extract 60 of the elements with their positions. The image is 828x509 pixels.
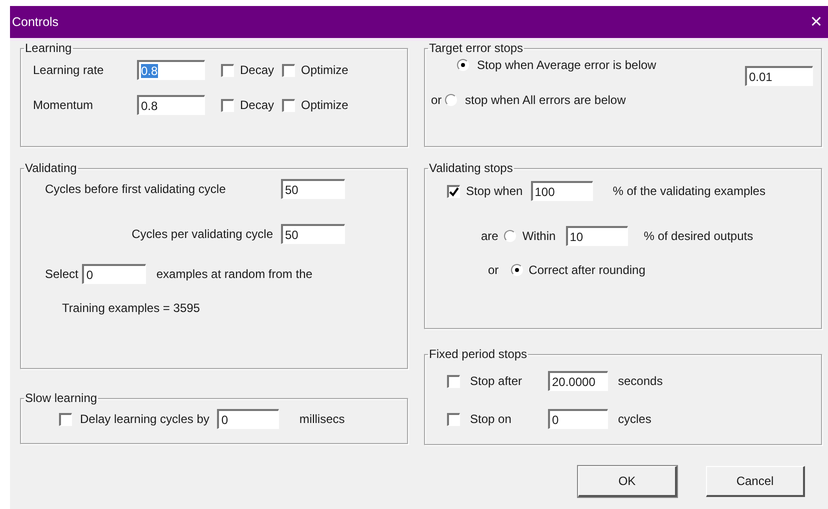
checkbox-label: Decay <box>240 63 274 77</box>
field-label: % of the validating examples <box>612 184 766 198</box>
field-label: examples at random from the <box>156 267 312 281</box>
field-label: seconds <box>618 374 663 388</box>
input-field[interactable]: 100 <box>530 181 593 201</box>
input-field[interactable]: 10 <box>566 226 628 246</box>
field-label: or <box>488 263 499 277</box>
checkbox-label: Decay <box>240 98 274 112</box>
checkbox-label: Optimize <box>301 63 348 77</box>
input-field[interactable]: 50 <box>281 224 345 244</box>
group-title: Slow learning <box>24 391 98 405</box>
input-field[interactable]: 50 <box>281 179 345 199</box>
radio-button[interactable] <box>510 264 523 276</box>
radio-label: Within <box>522 229 556 243</box>
group-title: Target error stops <box>428 41 524 55</box>
dialog-button[interactable]: Cancel <box>706 466 805 497</box>
checkbox[interactable] <box>447 412 460 426</box>
radio-button[interactable] <box>504 230 516 242</box>
radio-label: Stop when Average error is below <box>477 58 656 72</box>
field-label: Learning rate <box>33 63 105 77</box>
field-label: % of desired outputs <box>644 229 754 243</box>
dialog-button[interactable]: OK <box>578 466 677 497</box>
radio-label: Correct after rounding <box>528 263 646 277</box>
input-field[interactable]: 0 <box>217 409 280 429</box>
field-label: Momentum <box>33 98 94 112</box>
checkbox[interactable] <box>282 98 296 112</box>
checkbox[interactable] <box>447 184 460 198</box>
field-label: Cycles before first validating cycle <box>45 182 227 196</box>
field-label: Cycles per validating cycle <box>130 227 273 241</box>
group-title: Validating <box>24 161 78 175</box>
input-field[interactable]: 0 <box>82 264 146 284</box>
field-label: are <box>481 229 498 243</box>
info-text: Training examples = 3595 <box>62 301 200 315</box>
radio-button[interactable] <box>457 59 469 71</box>
checkbox[interactable] <box>282 64 296 76</box>
group-title: Validating stops <box>428 161 514 175</box>
window-title: Controls <box>12 15 59 29</box>
group-title: Fixed period stops <box>428 347 528 361</box>
field-label: cycles <box>618 412 652 426</box>
checkbox-label: Stop on <box>470 412 512 426</box>
field-label: millisecs <box>299 412 345 426</box>
input-field[interactable]: 0.8 <box>137 60 205 80</box>
input-field[interactable]: 0 <box>548 409 608 429</box>
checkbox-label: Delay learning cycles by <box>80 412 210 426</box>
group-title: Learning <box>24 41 73 55</box>
radio-button[interactable] <box>445 94 457 106</box>
checkbox[interactable] <box>59 412 72 426</box>
checkbox[interactable] <box>221 64 234 76</box>
field-label: or <box>431 93 442 107</box>
checkbox[interactable] <box>447 374 460 388</box>
input-field[interactable]: 0.01 <box>745 66 813 86</box>
checkbox-label: Stop when <box>466 184 523 198</box>
checkbox[interactable] <box>221 98 234 112</box>
checkbox-label: Stop after <box>470 374 524 388</box>
close-button[interactable]: × <box>804 12 828 32</box>
radio-label: stop when All errors are below <box>465 93 626 107</box>
field-label: Select <box>45 267 78 281</box>
input-field[interactable]: 0.8 <box>137 95 205 115</box>
checkbox-label: Optimize <box>301 98 348 112</box>
input-field[interactable]: 20.0000 <box>548 371 608 391</box>
